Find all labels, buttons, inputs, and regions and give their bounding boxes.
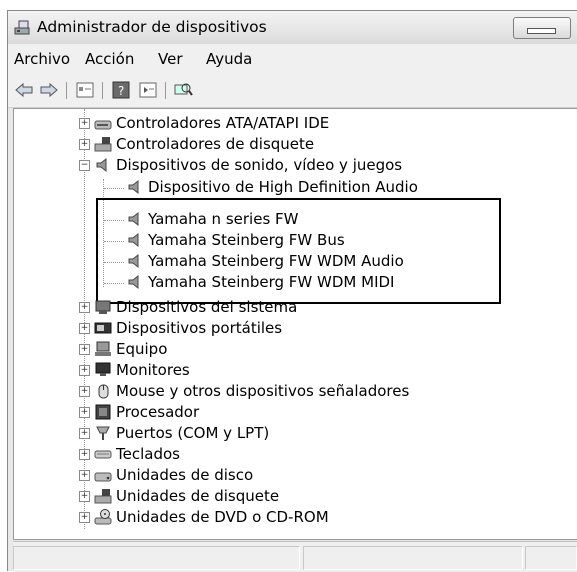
tree-item-label: Procesador <box>116 403 200 421</box>
tree-item-label: Monitores <box>116 361 190 379</box>
tree-item-label: Controladores de disquete <box>116 135 315 153</box>
menu-bar: Archivo Acción Ver Ayuda <box>8 44 577 74</box>
disk-drive-icon <box>94 472 112 482</box>
minimize-button[interactable] <box>513 17 571 39</box>
collapse-icon[interactable]: − <box>79 160 90 171</box>
floppy-controller-icon <box>94 137 112 152</box>
expand-icon[interactable]: + <box>79 365 90 376</box>
tree-item-label: Dispositivos del sistema <box>116 298 298 316</box>
tree-connector <box>104 188 124 189</box>
forward-arrow-icon[interactable] <box>39 81 59 99</box>
status-pane <box>303 546 523 570</box>
floppy-drive-icon <box>94 489 112 504</box>
expand-icon[interactable]: + <box>79 491 90 502</box>
scan-hardware-icon[interactable] <box>173 81 193 99</box>
tree-item-label: Controladores ATA/ATAPI IDE <box>116 114 330 132</box>
portable-device-icon <box>94 322 112 334</box>
tree-item-label: Teclados <box>116 445 180 463</box>
tree-item-label: Puertos (COM y LPT) <box>116 424 270 442</box>
mouse-icon <box>98 384 109 399</box>
tree-item-label: Unidades de disco <box>116 466 254 484</box>
details-icon[interactable] <box>138 81 158 99</box>
device-manager-window: Administrador de dispositivos Archivo Ac… <box>7 10 577 572</box>
menu-archivo[interactable]: Archivo <box>14 50 70 68</box>
expand-icon[interactable]: + <box>79 302 90 313</box>
tree-item-label: Unidades de disquete <box>116 487 280 505</box>
port-icon <box>96 426 110 440</box>
expand-icon[interactable]: + <box>79 386 90 397</box>
device-tree[interactable]: + Controladores ATA/ATAPI IDE + Controla… <box>13 108 577 540</box>
expand-icon[interactable]: + <box>79 139 90 150</box>
expand-icon[interactable]: + <box>79 118 90 129</box>
back-arrow-icon[interactable] <box>14 81 34 99</box>
menu-ayuda[interactable]: Ayuda <box>206 50 252 68</box>
tree-connector <box>84 109 85 529</box>
dvd-drive-icon <box>94 509 112 525</box>
status-pane <box>13 546 300 570</box>
tree-item-label: Dispositivos de sonido, vídeo y juegos <box>116 156 403 174</box>
expand-icon[interactable]: + <box>79 512 90 523</box>
speaker-icon <box>96 157 107 173</box>
status-pane <box>525 546 577 570</box>
monitor-icon <box>95 362 111 376</box>
menu-ver[interactable]: Ver <box>158 50 183 68</box>
expand-icon[interactable]: + <box>79 323 90 334</box>
minimize-icon <box>527 28 556 34</box>
tree-item-label: Dispositivo de High Definition Audio <box>148 178 418 196</box>
help-icon[interactable]: ? <box>111 81 131 99</box>
tree-item-label: Dispositivos portátiles <box>116 319 283 337</box>
tree-item-label: Equipo <box>116 340 168 358</box>
expand-icon[interactable]: + <box>79 470 90 481</box>
status-bar <box>13 541 577 572</box>
window-title: Administrador de dispositivos <box>37 18 267 36</box>
computer-icon <box>95 341 111 356</box>
processor-icon <box>95 404 111 420</box>
expand-icon[interactable]: + <box>79 407 90 418</box>
menu-accion[interactable]: Acción <box>85 50 134 68</box>
device-manager-icon <box>14 20 30 35</box>
expand-icon[interactable]: + <box>79 344 90 355</box>
toolbar-separator <box>66 82 67 99</box>
system-device-icon <box>95 300 111 314</box>
highlight-box <box>96 198 501 304</box>
tree-item-label: Unidades de DVD o CD-ROM <box>116 508 329 526</box>
keyboard-icon <box>94 450 112 459</box>
svg-text:?: ? <box>118 84 124 98</box>
expand-icon[interactable]: + <box>79 449 90 460</box>
title-bar[interactable]: Administrador de dispositivos <box>8 11 577 44</box>
ide-controller-icon <box>94 120 112 130</box>
speaker-icon <box>128 179 139 195</box>
tree-item-label: Mouse y otros dispositivos señaladores <box>116 382 410 400</box>
properties-icon[interactable] <box>75 81 95 99</box>
toolbar-separator <box>102 82 103 99</box>
toolbar: ? <box>8 74 577 108</box>
expand-icon[interactable]: + <box>79 428 90 439</box>
toolbar-separator <box>165 82 166 99</box>
